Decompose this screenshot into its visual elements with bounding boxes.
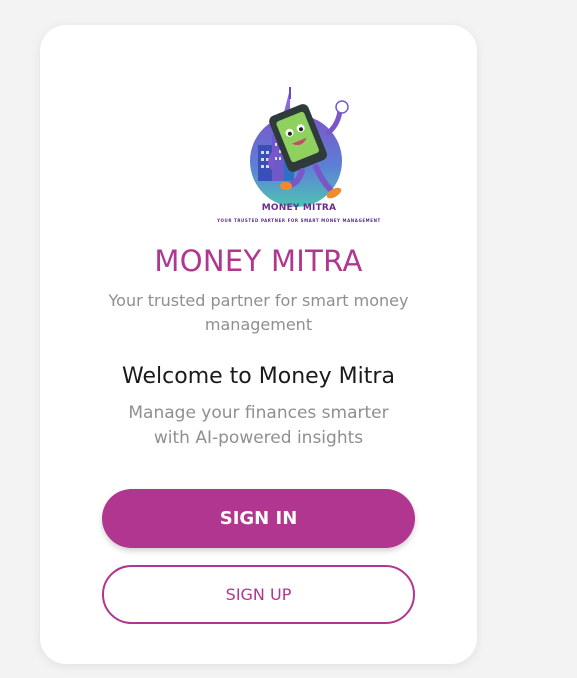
logo-tagline: YOUR TRUSTED PARTNER FOR SMART MONEY MAN… xyxy=(217,218,381,223)
sign-up-button[interactable]: SIGN UP xyxy=(102,565,415,624)
brand-title: MONEY MITRA xyxy=(154,244,363,278)
brand-subtitle: Your trusted partner for smart money man… xyxy=(108,291,409,334)
logo-wordmark: MONEY MITRA xyxy=(261,203,337,213)
welcome-card: MONEY MITRA YOUR TRUSTED PARTNER FOR SMA… xyxy=(40,25,477,664)
welcome-text: Manage your finances smarter with AI-pow… xyxy=(128,403,389,448)
welcome-heading: Welcome to Money Mitra xyxy=(122,364,395,389)
money-mitra-logo: MONEY MITRA YOUR TRUSTED PARTNER FOR SMA… xyxy=(192,85,406,230)
sign-in-button[interactable]: SIGN IN xyxy=(102,489,415,548)
